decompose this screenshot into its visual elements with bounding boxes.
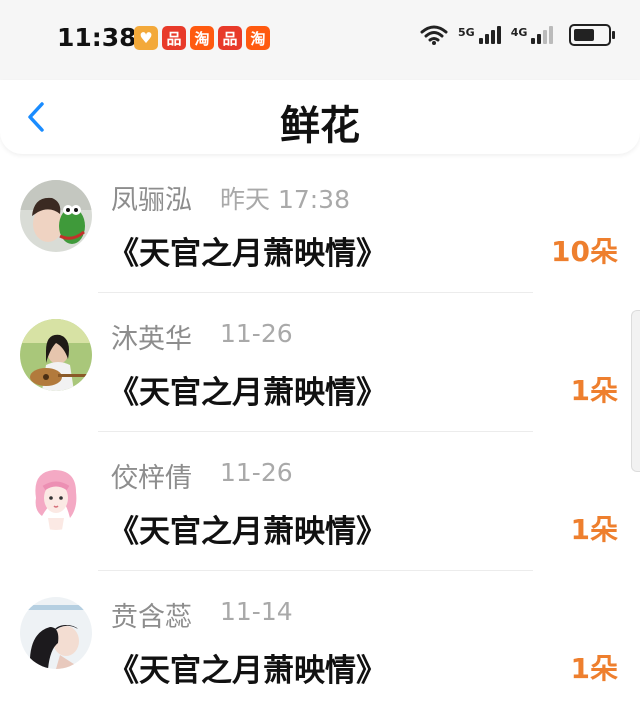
taobao-app-icon: 淘 <box>190 26 214 50</box>
wifi-icon <box>420 25 448 45</box>
signal-4g-label: 4G <box>510 26 528 39</box>
status-time: 11:38 <box>57 23 137 52</box>
heart-app-icon: ♥ <box>134 26 158 50</box>
avatar[interactable] <box>20 458 92 530</box>
notification-app-icons: ♥ 品 淘 品 淘 <box>134 26 270 50</box>
list-item[interactable]: 沐英华 11-26 《天官之月萧映情》 1朵 <box>0 293 640 432</box>
pinduoduo-app-icon: 品 <box>162 26 186 50</box>
app-glyph: 品 <box>222 29 238 48</box>
send-time: 11-26 <box>220 458 293 487</box>
avatar[interactable] <box>20 597 92 669</box>
signal-5g-label: 5G <box>458 26 475 39</box>
list-item[interactable]: 佼梓倩 11-26 《天官之月萧映情》 1朵 <box>0 432 640 571</box>
flower-count: 1朵 <box>570 374 618 407</box>
flower-count: 1朵 <box>570 513 618 546</box>
avatar-image <box>20 597 92 669</box>
page-title: 鲜花 <box>280 103 360 149</box>
list-item[interactable]: 凤骊泓 昨天 17:38 《天官之月萧映情》 10朵 <box>0 154 640 293</box>
sender-name: 沐英华 <box>111 324 192 355</box>
app-glyph: 淘 <box>250 29 266 48</box>
app-glyph: 淘 <box>194 29 210 48</box>
send-time: 昨天 17:38 <box>220 185 350 214</box>
battery-level <box>574 29 595 41</box>
flower-count: 10朵 <box>551 235 618 268</box>
sender-name: 贲含蕊 <box>111 602 192 633</box>
book-title[interactable]: 《天官之月萧映情》 <box>108 228 387 273</box>
avatar[interactable] <box>20 319 92 391</box>
sender-name: 凤骊泓 <box>111 185 192 216</box>
nav-bar: 鲜花 <box>0 80 640 154</box>
flower-count: 1朵 <box>570 652 618 685</box>
signal-4g-icon: 4G <box>511 26 554 44</box>
list-item[interactable]: 贲含蕊 11-14 《天官之月萧映情》 1朵 <box>0 571 640 710</box>
send-time: 11-26 <box>220 319 293 348</box>
send-time: 11-14 <box>220 597 293 626</box>
app-glyph: ♥ <box>139 29 153 47</box>
avatar-image <box>20 180 92 252</box>
signal-5g-icon: 5G <box>458 26 501 44</box>
book-title[interactable]: 《天官之月萧映情》 <box>108 506 387 551</box>
pinduoduo-app-icon: 品 <box>218 26 242 50</box>
flower-record-list: 凤骊泓 昨天 17:38 《天官之月萧映情》 10朵 沐英华 11-26 《天官… <box>0 154 640 710</box>
status-bar: 11:38 ♥ 品 淘 品 淘 5G 4G <box>0 0 640 80</box>
app-glyph: 品 <box>166 29 182 48</box>
book-title[interactable]: 《天官之月萧映情》 <box>108 367 387 412</box>
system-icons: 5G 4G <box>420 24 616 46</box>
book-title[interactable]: 《天官之月萧映情》 <box>108 645 387 690</box>
avatar[interactable] <box>20 180 92 252</box>
battery-icon <box>569 24 616 46</box>
avatar-image <box>20 458 92 530</box>
sender-name: 佼梓倩 <box>111 463 192 494</box>
side-edge-handle[interactable] <box>631 310 640 472</box>
avatar-image <box>20 319 92 391</box>
taobao-app-icon: 淘 <box>246 26 270 50</box>
